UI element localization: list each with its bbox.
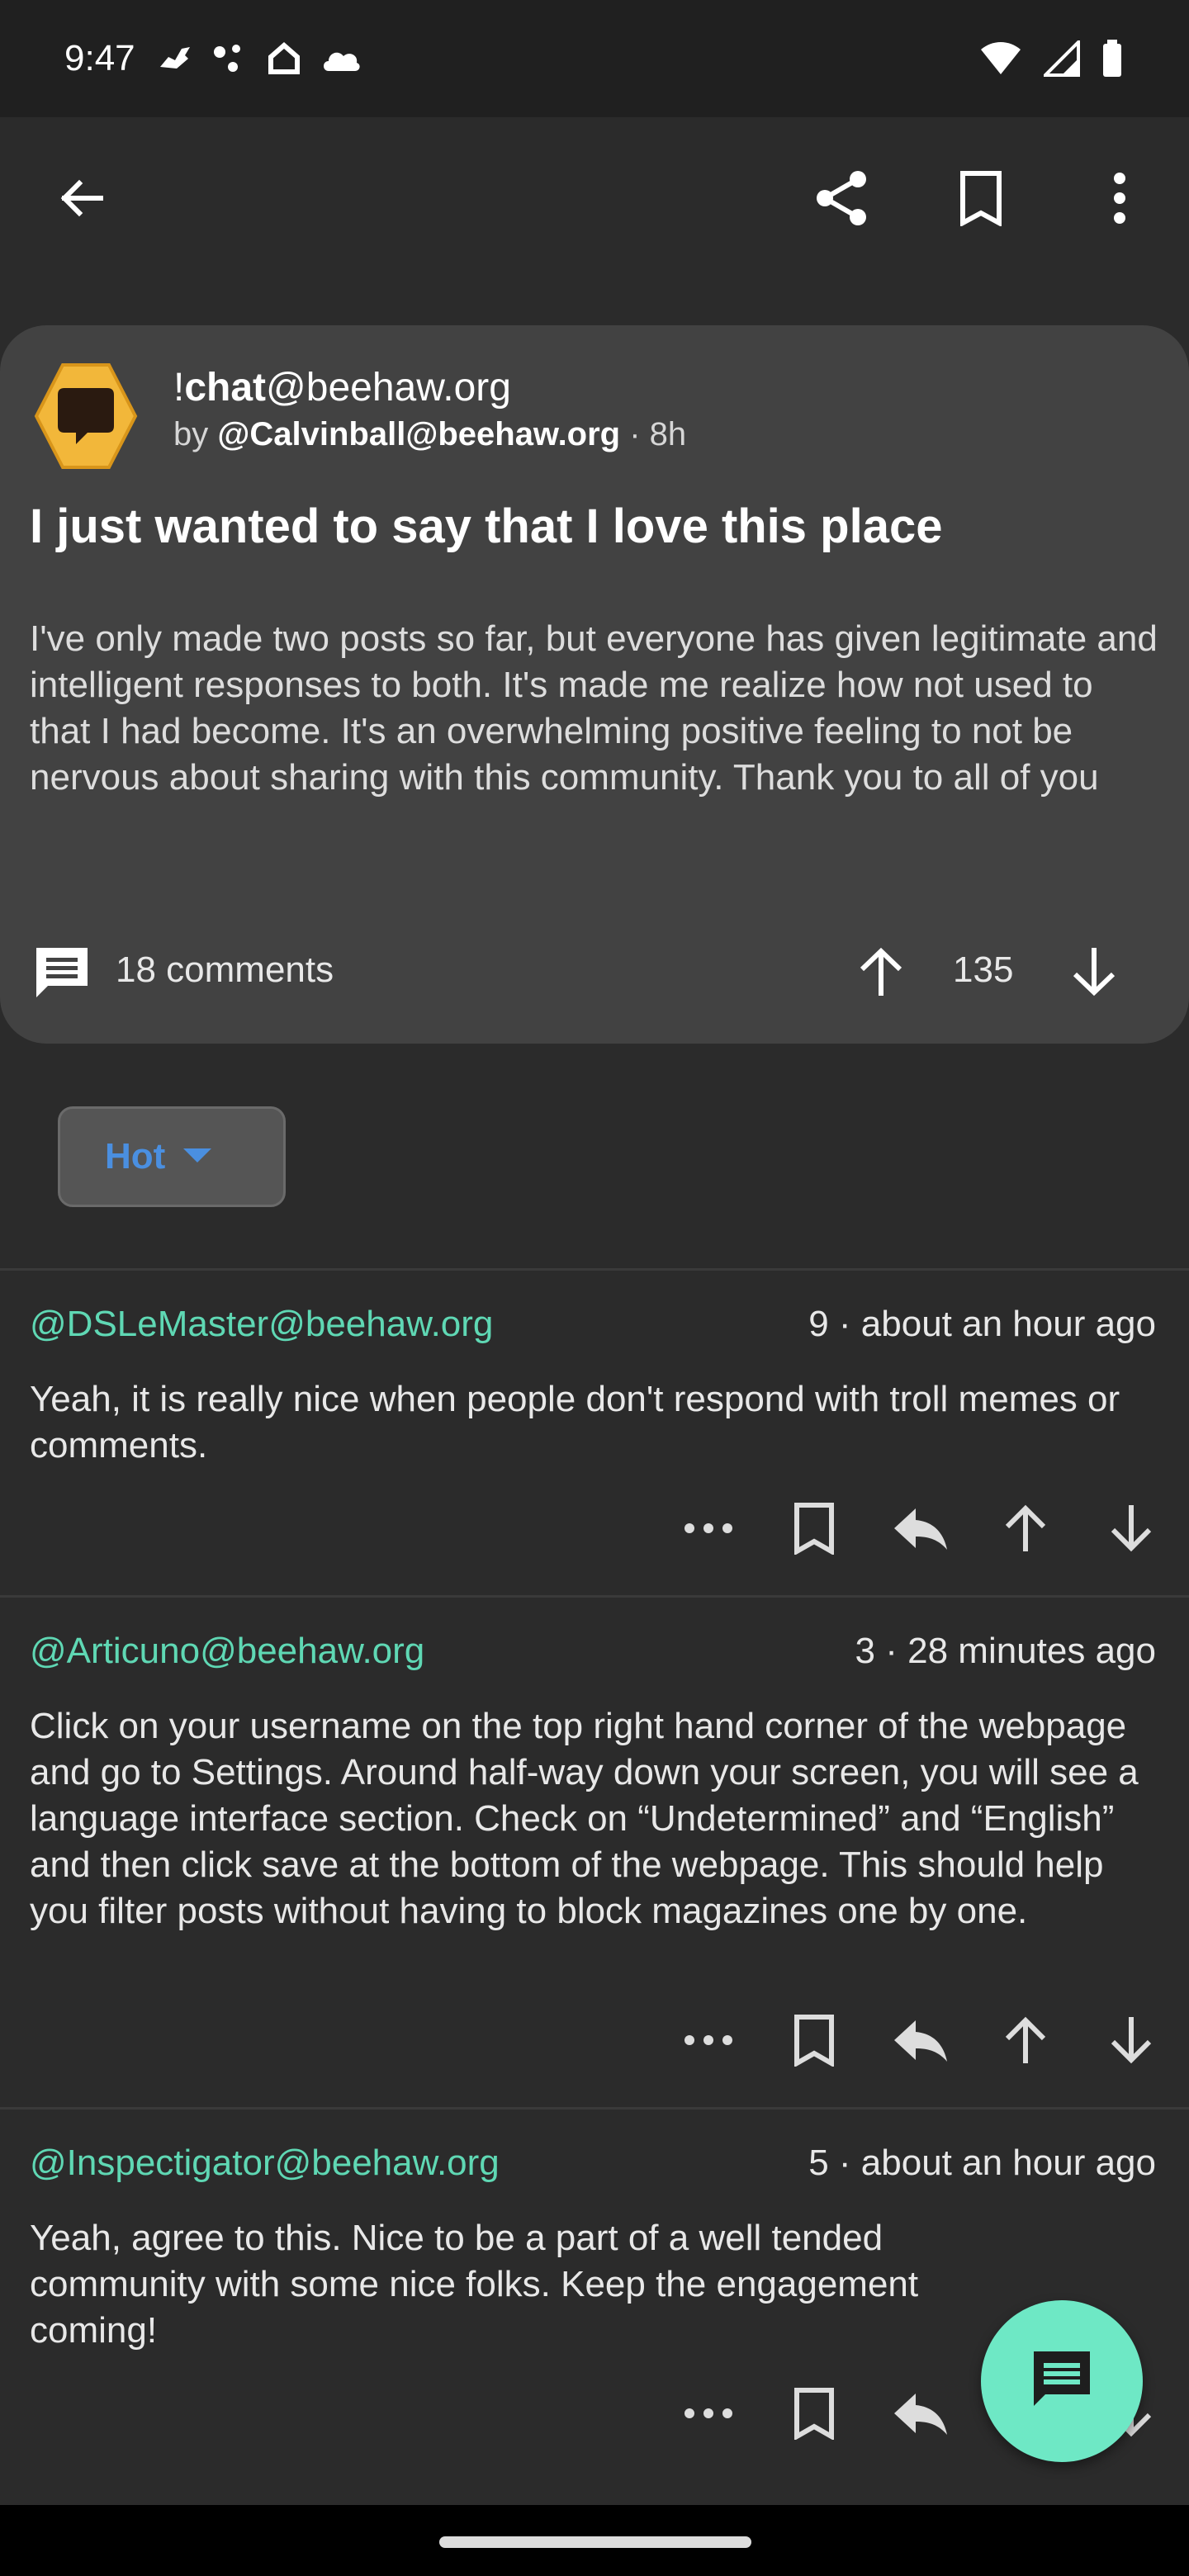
reply-icon[interactable]: [887, 2380, 953, 2446]
comment-info: 3 · 28 minutes ago: [855, 1631, 1156, 1671]
comment-actions: [675, 2007, 1164, 2073]
post-author[interactable]: @Calvinball@beehaw.org: [217, 416, 620, 452]
comment-icon[interactable]: [33, 943, 91, 1005]
bookmark-button[interactable]: [948, 167, 1014, 233]
back-button[interactable]: [48, 167, 114, 233]
bookmark-icon: [958, 170, 1004, 230]
dropdown-icon: [183, 1147, 212, 1167]
post-age: · 8h: [629, 416, 687, 452]
upvote-icon[interactable]: [992, 2007, 1059, 2073]
community-avatar[interactable]: [30, 360, 142, 472]
share-button[interactable]: [809, 167, 875, 233]
vote-score: 135: [953, 949, 1014, 990]
comment-info: 9 · about an hour ago: [808, 1304, 1156, 1344]
post-card: !chat@beehaw.org by @Calvinball@beehaw.o…: [0, 325, 1189, 1044]
reply-icon[interactable]: [887, 1495, 953, 1561]
post-meta: by @Calvinball@beehaw.org · 8h: [173, 416, 686, 453]
system-nav-bar: [0, 2505, 1189, 2576]
comment-item: @DSLeMaster@beehaw.org 9 · about an hour…: [0, 1268, 1189, 1595]
comment-text: Click on your username on the top right …: [30, 1706, 1139, 1931]
wifi-icon: [979, 41, 1022, 76]
downvote-icon[interactable]: [1098, 1495, 1164, 1561]
sort-dropdown[interactable]: Hot: [58, 1106, 286, 1207]
community-prefix: !: [173, 366, 185, 410]
home-gesture-handle[interactable]: [439, 2536, 751, 2548]
comment-item: @Articuno@beehaw.org 3 · 28 minutes ago …: [0, 1595, 1189, 2107]
community-name-label: chat: [184, 366, 267, 410]
community-instance: @beehaw.org: [266, 366, 511, 410]
more-horiz-icon[interactable]: [675, 1495, 741, 1561]
cell-signal-icon: [1044, 40, 1080, 77]
share-icon: [813, 169, 871, 231]
by-label: by: [173, 416, 209, 452]
more-options-button[interactable]: [1087, 167, 1153, 233]
comment-author[interactable]: @DSLeMaster@beehaw.org: [30, 1304, 493, 1345]
new-comment-fab[interactable]: [981, 2300, 1143, 2462]
post-footer: 18 comments 135: [30, 926, 1161, 1017]
comment-info: 5 · about an hour ago: [808, 2143, 1156, 2183]
comment-text: Yeah, agree to this. Nice to be a part o…: [30, 2218, 919, 2351]
comment-actions: [675, 1495, 1164, 1561]
chat-icon: [1030, 2348, 1093, 2415]
reply-icon[interactable]: [887, 2007, 953, 2073]
app-bar: [0, 117, 1189, 282]
more-horiz-icon[interactable]: [675, 2380, 741, 2446]
network-notification-icon: [211, 42, 248, 75]
home-notification-icon: [266, 42, 302, 75]
status-time: 9:47: [64, 38, 135, 78]
status-bar: 9:47: [0, 0, 1189, 117]
upvote-icon[interactable]: [992, 1495, 1059, 1561]
bird-notification-icon: [157, 44, 193, 73]
sort-label: Hot: [105, 1136, 166, 1177]
bookmark-icon[interactable]: [781, 2007, 847, 2073]
downvote-icon[interactable]: [1098, 2007, 1164, 2073]
more-horiz-icon[interactable]: [675, 2007, 741, 2073]
comment-text: Yeah, it is really nice when people don'…: [30, 1379, 1120, 1466]
community-name[interactable]: !chat@beehaw.org: [173, 365, 511, 410]
back-arrow-icon: [56, 173, 106, 227]
bookmark-icon[interactable]: [781, 2380, 847, 2446]
downvote-icon[interactable]: [1067, 945, 1121, 1003]
upvote-icon[interactable]: [854, 945, 908, 1003]
post-title: I just wanted to say that I love this pl…: [30, 500, 943, 553]
comment-author[interactable]: @Inspectigator@beehaw.org: [30, 2143, 500, 2184]
battery-icon: [1101, 40, 1123, 78]
post-body: I've only made two posts so far, but eve…: [30, 618, 1158, 798]
more-vert-icon: [1111, 172, 1128, 229]
comments-count[interactable]: 18 comments: [116, 949, 334, 991]
cloud-notification-icon: [320, 45, 362, 73]
comment-author[interactable]: @Articuno@beehaw.org: [30, 1631, 424, 1672]
bookmark-icon[interactable]: [781, 1495, 847, 1561]
